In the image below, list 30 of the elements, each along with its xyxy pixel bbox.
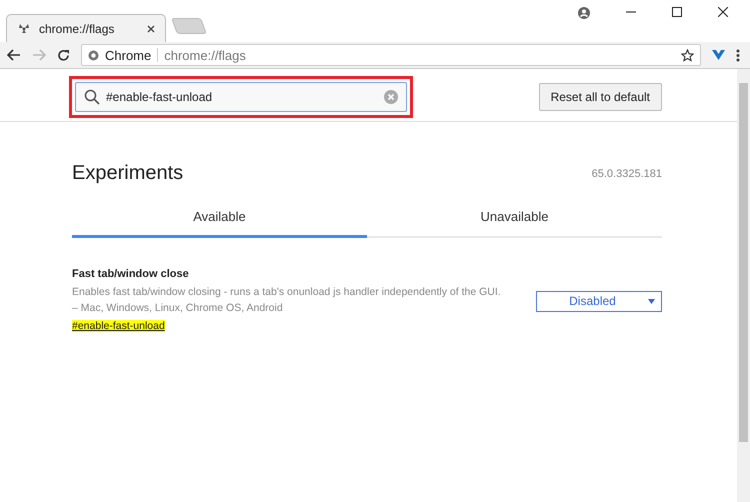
star-icon[interactable] xyxy=(681,48,694,62)
menu-icon[interactable] xyxy=(736,48,740,62)
dropdown-arrow-icon xyxy=(648,298,655,304)
page-tab[interactable]: Available xyxy=(72,209,367,238)
search-field[interactable]: #enable-fast-unload xyxy=(75,82,407,112)
tab-title: chrome://flags xyxy=(39,22,116,36)
flag-name: Fast tab/window close xyxy=(72,268,190,280)
address-bar[interactable]: Chrome chrome://flags xyxy=(81,44,701,66)
site-label: Chrome xyxy=(105,48,152,62)
page-title: Experiments xyxy=(72,162,184,185)
scrollbar[interactable] xyxy=(737,69,750,502)
search-icon xyxy=(84,88,100,104)
flag-description: Enables fast tab/window closing - runs a tab's onunload js handler independently of the GUI. xyxy=(72,285,502,300)
back-icon[interactable] xyxy=(7,49,21,61)
close-icon[interactable] xyxy=(718,7,728,17)
close-icon[interactable] xyxy=(147,24,155,32)
profile-icon[interactable] xyxy=(578,7,590,19)
reload-icon[interactable] xyxy=(57,48,70,62)
page-tab[interactable]: Unavailable xyxy=(367,209,662,238)
flag-platforms: – Mac, Windows, Linux, Chrome OS, Android xyxy=(72,301,284,316)
browser-tab[interactable]: chrome://flags xyxy=(6,14,166,42)
maximize-icon[interactable] xyxy=(672,7,682,17)
flag-anchor-link[interactable]: #enable-fast-unload xyxy=(72,320,165,332)
url-text: chrome://flags xyxy=(164,48,247,62)
reset-button[interactable]: Reset all to default xyxy=(538,82,662,110)
setting-dropdown[interactable]: Disabled xyxy=(536,290,662,312)
version-text: 65.0.3325.181 xyxy=(592,168,662,180)
chrome-icon xyxy=(88,50,99,60)
shield-icon[interactable] xyxy=(712,49,725,61)
radiation-icon xyxy=(17,22,31,36)
